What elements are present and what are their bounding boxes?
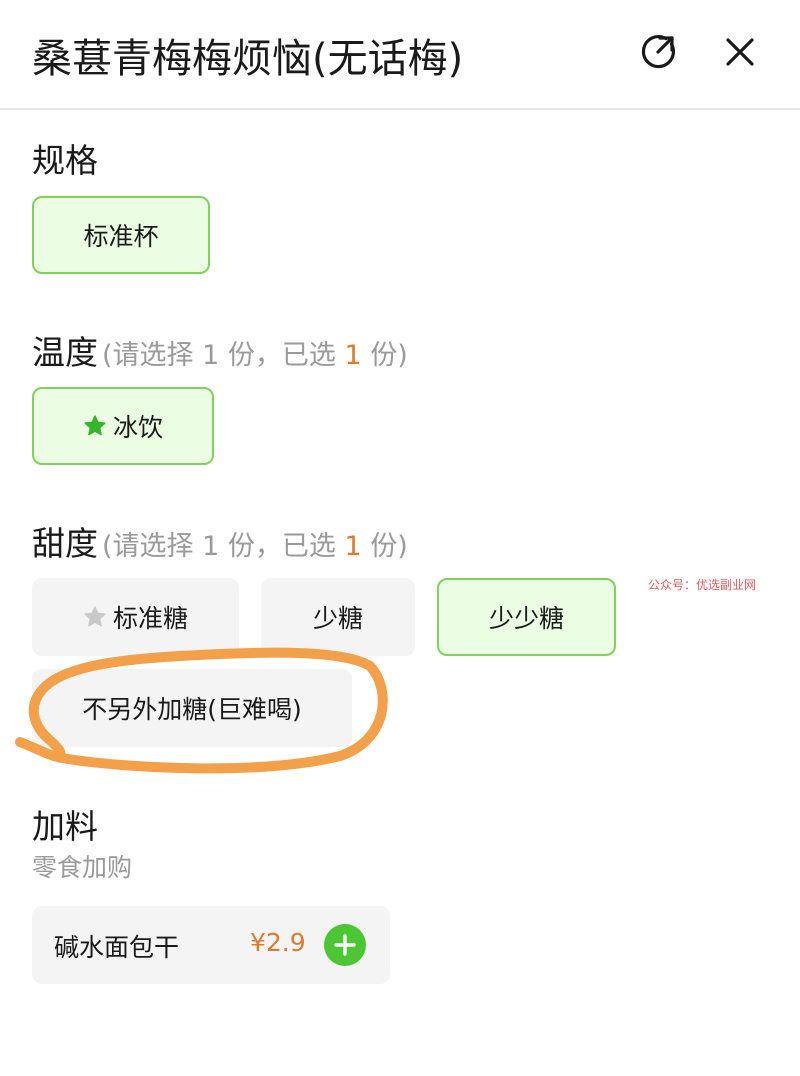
sweetness-section-title: 甜度 (请选择 1 份，已选 1 份) [32,524,408,563]
add-button[interactable] [324,924,366,966]
size-section-title: 规格 [32,141,98,180]
close-button[interactable] [718,30,762,74]
star-icon [83,605,107,629]
product-options-sheet: 桑葚青梅梅烦恼(无话梅) 规格 标准杯 温度 (请选择 1 份，已选 1 份) 冰… [0,0,800,1076]
toppings-subtitle: 零食加购 [32,853,133,882]
temperature-selection-hint: (请选择 1 份，已选 1 份) [102,340,408,371]
temperature-section-title: 温度 (请选择 1 份，已选 1 份) [32,333,408,372]
product-title: 桑葚青梅梅烦恼(无话梅) [32,36,464,82]
star-icon [83,414,107,438]
temperature-option-iced[interactable]: 冰饮 [32,387,214,465]
size-option-standard-cup[interactable]: 标准杯 [32,196,210,274]
watermark-text: 公众号：优选副业网 [648,578,757,592]
sheet-header: 桑葚青梅梅烦恼(无话梅) [0,0,800,110]
close-icon [726,38,754,66]
addon-name: 碱水面包干 [54,933,180,962]
plus-icon [334,934,356,956]
sweetness-option-less-sugar[interactable]: 少糖 [261,578,415,656]
share-icon [641,35,675,69]
addon-item: 碱水面包干 ¥2.9 [32,906,390,984]
sweetness-option-standard-sugar[interactable]: 标准糖 [32,578,239,656]
sweetness-selection-hint: (请选择 1 份，已选 1 份) [102,531,408,562]
sweetness-option-much-less-sugar[interactable]: 少少糖 [437,578,616,656]
toppings-section-title: 加料 [32,807,98,846]
sweetness-option-no-extra-sugar[interactable]: 不另外加糖(巨难喝) [32,669,352,747]
share-button[interactable] [636,30,680,74]
addon-price: ¥2.9 [250,928,306,957]
